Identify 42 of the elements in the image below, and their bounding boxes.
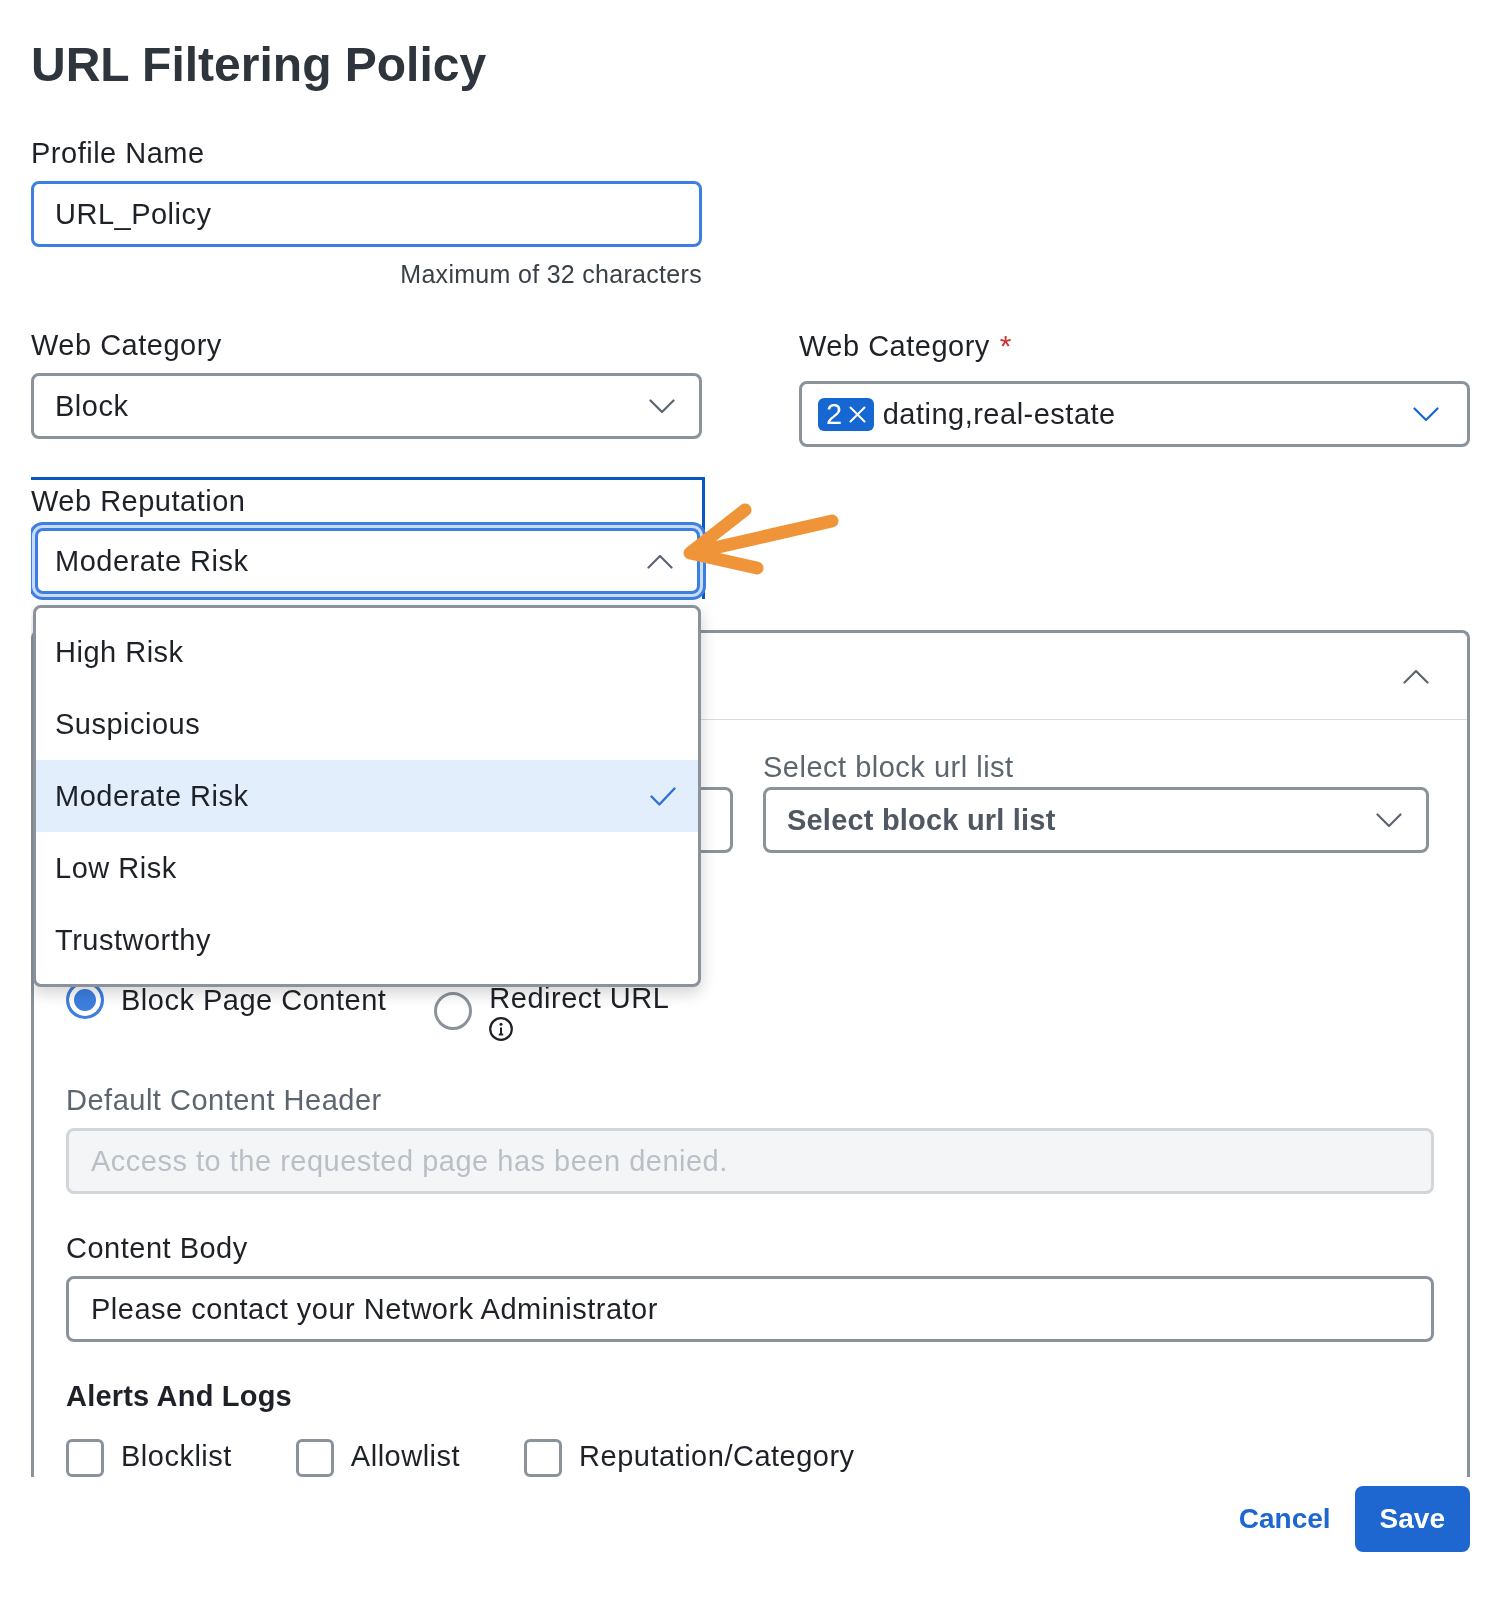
primary-button[interactable]: Save [1354,1486,1470,1552]
field-label: Profile Name [31,136,206,170]
required-mark: * [999,329,1012,363]
radio-label: Block Page Content [121,983,387,1017]
field-label: Web Category [31,328,223,362]
field-label: Select block url list [763,750,1015,784]
checkbox-label: Reputation/Category [579,1439,855,1473]
select-field[interactable]: Block [31,373,702,439]
selection-count-chip[interactable]: 2 [818,397,874,431]
menu-option[interactable]: Trustworthy [36,904,698,976]
checkbox[interactable] [295,1439,334,1477]
select-field[interactable]: Select block url list [763,787,1429,853]
chevron-down-icon [649,398,675,414]
field-label: Default Content Header [66,1083,383,1117]
radio-button[interactable] [434,992,473,1030]
chevron-up-icon [647,553,673,569]
helper-text: Maximum of 32 characters [399,259,702,289]
radio-label: Redirect URL [489,981,670,1015]
checkmark-icon [650,786,676,806]
checkbox[interactable] [66,1439,104,1477]
info-icon[interactable] [489,1017,514,1041]
checkbox-label: Blocklist [121,1439,232,1473]
close-icon [848,405,866,423]
text-field[interactable]: URL_Policy [31,181,702,247]
page-title: URL Filtering Policy [31,37,488,93]
chevron-down-icon [1413,406,1439,422]
select-field[interactable]: 2 dating,real-estate [799,381,1470,447]
field-label: Web Reputation [31,484,247,518]
field-label: Content Body [66,1231,249,1265]
checkbox[interactable] [524,1439,563,1477]
menu-option[interactable]: Suspicious [36,688,698,760]
text-button[interactable]: Cancel [1238,1502,1331,1536]
checkbox-label: Allowlist [350,1439,461,1473]
menu-option[interactable]: High Risk [36,616,698,688]
menu-option[interactable]: Moderate Risk [36,760,698,832]
menu-option[interactable]: Low Risk [36,832,698,904]
text-field[interactable]: Please contact your Network Administrator [66,1276,1434,1342]
chevron-up-icon[interactable] [1403,668,1429,684]
section-heading: Alerts And Logs [66,1379,293,1413]
chevron-down-icon [1376,812,1402,828]
text-field: Access to the requested page has been denied. [66,1128,1434,1194]
field-label: Web Category [799,329,990,363]
